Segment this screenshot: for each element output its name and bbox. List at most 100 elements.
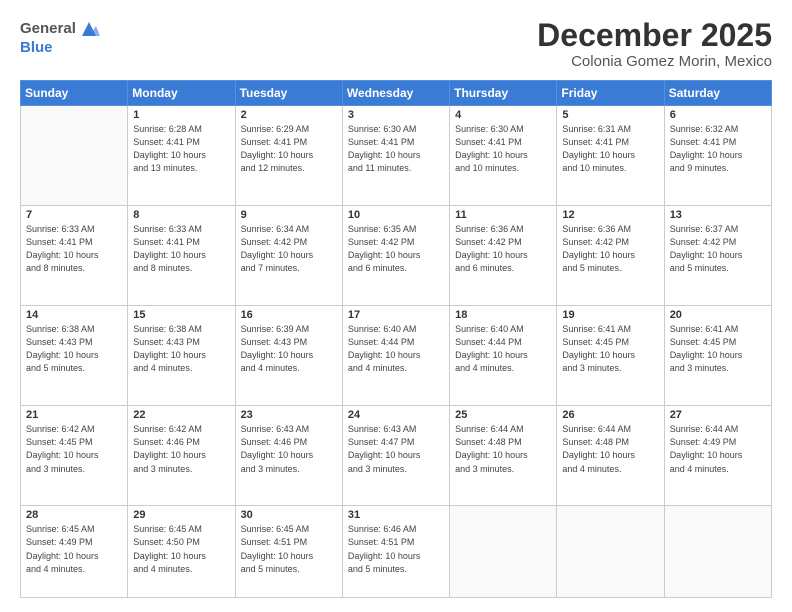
day-number: 1	[133, 109, 229, 121]
day-info: Sunrise: 6:44 AM Sunset: 4:48 PM Dayligh…	[562, 423, 658, 475]
day-info: Sunrise: 6:43 AM Sunset: 4:47 PM Dayligh…	[348, 423, 444, 475]
day-cell: 20 Sunrise: 6:41 AM Sunset: 4:45 PM Dayli…	[664, 306, 771, 406]
day-cell: 13 Sunrise: 6:37 AM Sunset: 4:42 PM Dayli…	[664, 206, 771, 306]
day-number: 22	[133, 409, 229, 421]
day-number: 12	[562, 209, 658, 221]
day-info: Sunrise: 6:37 AM Sunset: 4:42 PM Dayligh…	[670, 223, 766, 275]
day-info: Sunrise: 6:43 AM Sunset: 4:46 PM Dayligh…	[241, 423, 337, 475]
day-info: Sunrise: 6:35 AM Sunset: 4:42 PM Dayligh…	[348, 223, 444, 275]
calendar-table: Sunday Monday Tuesday Wednesday Thursday…	[20, 80, 772, 598]
month-title: December 2025	[537, 18, 772, 53]
day-info: Sunrise: 6:33 AM Sunset: 4:41 PM Dayligh…	[133, 223, 229, 275]
day-cell: 25Sunrise: 6:44 AM Sunset: 4:48 PM Dayli…	[450, 406, 557, 506]
day-info: Sunrise: 6:41 AM Sunset: 4:45 PM Dayligh…	[562, 323, 658, 375]
day-info: Sunrise: 6:38 AM Sunset: 4:43 PM Dayligh…	[133, 323, 229, 375]
day-number: 17	[348, 309, 444, 321]
day-number: 20	[670, 309, 766, 321]
day-number: 13	[670, 209, 766, 221]
header-wednesday: Wednesday	[342, 81, 449, 106]
day-cell: 12Sunrise: 6:36 AM Sunset: 4:42 PM Dayli…	[557, 206, 664, 306]
day-number: 31	[348, 509, 444, 521]
day-number: 18	[455, 309, 551, 321]
day-cell: 14 Sunrise: 6:38 AM Sunset: 4:43 PM Dayli…	[21, 306, 128, 406]
day-info: Sunrise: 6:41 AM Sunset: 4:45 PM Dayligh…	[670, 323, 766, 375]
header-tuesday: Tuesday	[235, 81, 342, 106]
day-cell: 26Sunrise: 6:44 AM Sunset: 4:48 PM Dayli…	[557, 406, 664, 506]
day-cell: 6Sunrise: 6:32 AM Sunset: 4:41 PM Daylig…	[664, 106, 771, 206]
day-cell: 24 Sunrise: 6:43 AM Sunset: 4:47 PM Dayli…	[342, 406, 449, 506]
day-info: Sunrise: 6:44 AM Sunset: 4:48 PM Dayligh…	[455, 423, 551, 475]
day-info: Sunrise: 6:40 AM Sunset: 4:44 PM Dayligh…	[455, 323, 551, 375]
logo-blue: Blue	[20, 40, 53, 57]
day-cell: 2 Sunrise: 6:29 AM Sunset: 4:41 PM Daylig…	[235, 106, 342, 206]
day-info: Sunrise: 6:38 AM Sunset: 4:43 PM Dayligh…	[26, 323, 122, 375]
day-info: Sunrise: 6:44 AM Sunset: 4:49 PM Dayligh…	[670, 423, 766, 475]
day-info: Sunrise: 6:30 AM Sunset: 4:41 PM Dayligh…	[348, 123, 444, 175]
week-row-1: 1 Sunrise: 6:28 AM Sunset: 4:41 PM Daylig…	[21, 106, 772, 206]
day-cell: 10Sunrise: 6:35 AM Sunset: 4:42 PM Dayli…	[342, 206, 449, 306]
day-info: Sunrise: 6:39 AM Sunset: 4:43 PM Dayligh…	[241, 323, 337, 375]
logo: General Blue	[20, 18, 100, 57]
header: General Blue December 2025 Colonia Gomez…	[20, 18, 772, 70]
day-number: 6	[670, 109, 766, 121]
day-info: Sunrise: 6:42 AM Sunset: 4:45 PM Dayligh…	[26, 423, 122, 475]
day-number: 21	[26, 409, 122, 421]
day-number: 24	[348, 409, 444, 421]
day-number: 30	[241, 509, 337, 521]
day-number: 29	[133, 509, 229, 521]
week-row-4: 21 Sunrise: 6:42 AM Sunset: 4:45 PM Dayli…	[21, 406, 772, 506]
day-number: 4	[455, 109, 551, 121]
day-number: 9	[241, 209, 337, 221]
day-number: 2	[241, 109, 337, 121]
day-info: Sunrise: 6:34 AM Sunset: 4:42 PM Dayligh…	[241, 223, 337, 275]
day-cell: 22 Sunrise: 6:42 AM Sunset: 4:46 PM Dayli…	[128, 406, 235, 506]
day-cell	[557, 506, 664, 598]
day-cell: 28 Sunrise: 6:45 AM Sunset: 4:49 PM Dayli…	[21, 506, 128, 598]
day-info: Sunrise: 6:45 AM Sunset: 4:49 PM Dayligh…	[26, 523, 122, 575]
week-row-3: 14 Sunrise: 6:38 AM Sunset: 4:43 PM Dayli…	[21, 306, 772, 406]
day-cell	[664, 506, 771, 598]
day-cell: 5Sunrise: 6:31 AM Sunset: 4:41 PM Daylig…	[557, 106, 664, 206]
day-info: Sunrise: 6:42 AM Sunset: 4:46 PM Dayligh…	[133, 423, 229, 475]
day-cell: 3 Sunrise: 6:30 AM Sunset: 4:41 PM Daylig…	[342, 106, 449, 206]
day-number: 16	[241, 309, 337, 321]
day-cell	[21, 106, 128, 206]
day-cell: 15Sunrise: 6:38 AM Sunset: 4:43 PM Dayli…	[128, 306, 235, 406]
day-number: 8	[133, 209, 229, 221]
day-info: Sunrise: 6:33 AM Sunset: 4:41 PM Dayligh…	[26, 223, 122, 275]
day-info: Sunrise: 6:45 AM Sunset: 4:50 PM Dayligh…	[133, 523, 229, 575]
day-cell: 31Sunrise: 6:46 AM Sunset: 4:51 PM Dayli…	[342, 506, 449, 598]
logo-icon	[78, 18, 100, 40]
day-number: 27	[670, 409, 766, 421]
day-cell: 9 Sunrise: 6:34 AM Sunset: 4:42 PM Daylig…	[235, 206, 342, 306]
header-friday: Friday	[557, 81, 664, 106]
day-cell	[450, 506, 557, 598]
day-cell: 8 Sunrise: 6:33 AM Sunset: 4:41 PM Daylig…	[128, 206, 235, 306]
day-cell: 11Sunrise: 6:36 AM Sunset: 4:42 PM Dayli…	[450, 206, 557, 306]
day-cell: 19 Sunrise: 6:41 AM Sunset: 4:45 PM Dayli…	[557, 306, 664, 406]
day-number: 3	[348, 109, 444, 121]
day-info: Sunrise: 6:29 AM Sunset: 4:41 PM Dayligh…	[241, 123, 337, 175]
day-number: 28	[26, 509, 122, 521]
day-number: 19	[562, 309, 658, 321]
day-info: Sunrise: 6:30 AM Sunset: 4:41 PM Dayligh…	[455, 123, 551, 175]
title-block: December 2025 Colonia Gomez Morin, Mexic…	[537, 18, 772, 70]
day-number: 14	[26, 309, 122, 321]
day-cell: 4 Sunrise: 6:30 AM Sunset: 4:41 PM Daylig…	[450, 106, 557, 206]
day-cell: 17Sunrise: 6:40 AM Sunset: 4:44 PM Dayli…	[342, 306, 449, 406]
logo-general: General	[20, 21, 76, 38]
day-cell: 1 Sunrise: 6:28 AM Sunset: 4:41 PM Daylig…	[128, 106, 235, 206]
day-cell: 21 Sunrise: 6:42 AM Sunset: 4:45 PM Dayli…	[21, 406, 128, 506]
day-info: Sunrise: 6:45 AM Sunset: 4:51 PM Dayligh…	[241, 523, 337, 575]
week-row-2: 7 Sunrise: 6:33 AM Sunset: 4:41 PM Daylig…	[21, 206, 772, 306]
header-monday: Monday	[128, 81, 235, 106]
day-cell: 7 Sunrise: 6:33 AM Sunset: 4:41 PM Daylig…	[21, 206, 128, 306]
day-info: Sunrise: 6:36 AM Sunset: 4:42 PM Dayligh…	[455, 223, 551, 275]
day-cell: 29 Sunrise: 6:45 AM Sunset: 4:50 PM Dayli…	[128, 506, 235, 598]
day-cell: 16 Sunrise: 6:39 AM Sunset: 4:43 PM Dayli…	[235, 306, 342, 406]
day-cell: 30 Sunrise: 6:45 AM Sunset: 4:51 PM Dayli…	[235, 506, 342, 598]
day-number: 7	[26, 209, 122, 221]
day-cell: 27 Sunrise: 6:44 AM Sunset: 4:49 PM Dayli…	[664, 406, 771, 506]
day-info: Sunrise: 6:28 AM Sunset: 4:41 PM Dayligh…	[133, 123, 229, 175]
header-thursday: Thursday	[450, 81, 557, 106]
